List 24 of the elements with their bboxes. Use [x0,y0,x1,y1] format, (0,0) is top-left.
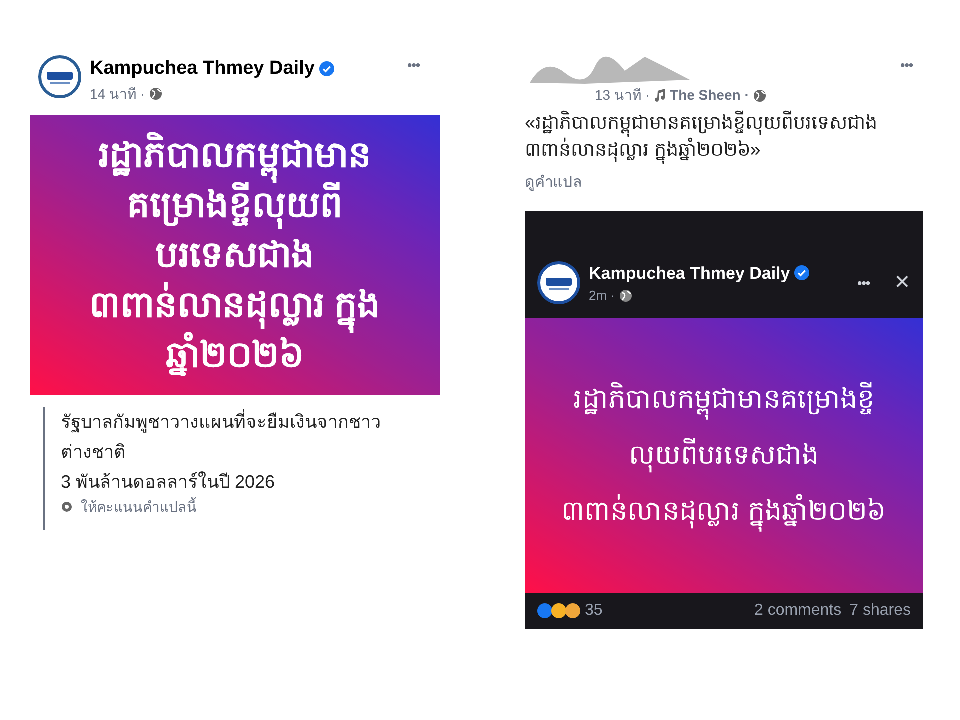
image-headline: បរទេសជាង [156,232,314,276]
reaction-count[interactable]: 35 [585,598,754,622]
shares-count[interactable]: 7 shares [850,598,911,622]
comments-count[interactable]: 2 comments [754,598,842,622]
more-options-button[interactable]: ••• [407,55,420,76]
image-headline: ៣ពាន់លានដុល្លារ ក្នុងឆ្នាំ២០២៦ [562,491,886,531]
song-name[interactable]: The Sheen · [670,85,750,106]
page-name[interactable]: Kampuchea Thmey Daily [589,260,790,286]
image-headline: លុយពីបរទេសជាង [629,435,819,475]
translated-text: 3 พันล้านดอลลาร์ในปี 2026 [61,470,276,494]
rate-translation-link[interactable]: ให้คะแนนคำแปลนี้ [81,496,197,518]
more-options-button[interactable]: ••• [857,272,870,294]
post-time: 2m · [589,287,615,305]
see-translation-link[interactable]: ดูคำแปล [525,172,925,194]
image-headline: រដ្ឋាភិបាលកម្ពុជាមានគម្រោងខ្ចី [574,379,874,419]
more-options-button[interactable]: ••• [900,55,913,76]
translated-text: ต่างชาติ [61,440,127,464]
close-button[interactable]: ✕ [894,268,911,298]
post-caption: «រដ្ឋាភិបាលកម្ពុជាមានគម្រោងខ្ចីលុយពីបរទេសជាង ៣ពាន់លានដុល្លារ ក្នុងឆ្នាំ២០២៦» [525,110,925,164]
translated-text: รัฐบาลกัมพูชาวางแผนที่จะยืมเงินจากชาว [61,408,382,435]
post-time: 13 นาที · [595,86,650,105]
page-name[interactable]: Kampuchea Thmey Daily [90,55,315,84]
image-headline: ឆ្នាំ២០២៦ [166,331,304,378]
post-time: 14 นาที · [90,84,146,104]
